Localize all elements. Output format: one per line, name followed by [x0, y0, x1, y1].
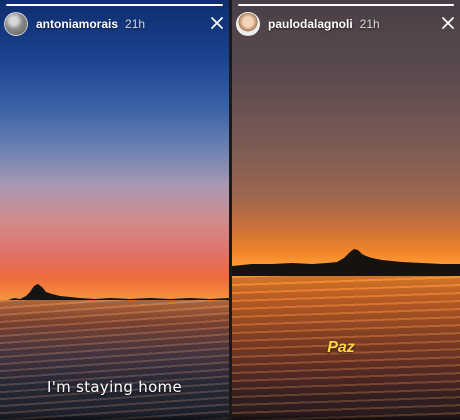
post-time: 21h — [125, 17, 146, 31]
story-footer-shade — [232, 414, 460, 420]
lake-water — [0, 300, 229, 420]
story-footer-shade — [0, 414, 229, 420]
treeline-silhouette — [232, 249, 460, 280]
profile-avatar-icon[interactable] — [236, 12, 260, 36]
story-progress-fill — [238, 4, 454, 6]
story-header: antoniamorais 21h — [0, 10, 229, 38]
profile-avatar-icon[interactable] — [4, 12, 28, 36]
story-caption: Paz — [327, 339, 355, 356]
post-time: 21h — [359, 17, 380, 31]
close-icon[interactable] — [440, 15, 456, 31]
story-caption: I'm staying home — [47, 378, 182, 396]
story-header: paulodalagnoli 21h — [232, 10, 460, 38]
close-icon[interactable] — [209, 15, 225, 31]
username[interactable]: paulodalagnoli — [268, 17, 353, 31]
story-progress-bar — [238, 4, 454, 6]
panel-divider — [229, 0, 232, 420]
story-panel-left[interactable]: antoniamorais 21h I'm staying home — [0, 0, 229, 420]
story-progress-bar — [6, 4, 223, 6]
story-progress-fill — [6, 4, 223, 6]
story-panel-right[interactable]: paulodalagnoli 21h Paz — [232, 0, 460, 420]
username[interactable]: antoniamorais — [36, 17, 118, 31]
